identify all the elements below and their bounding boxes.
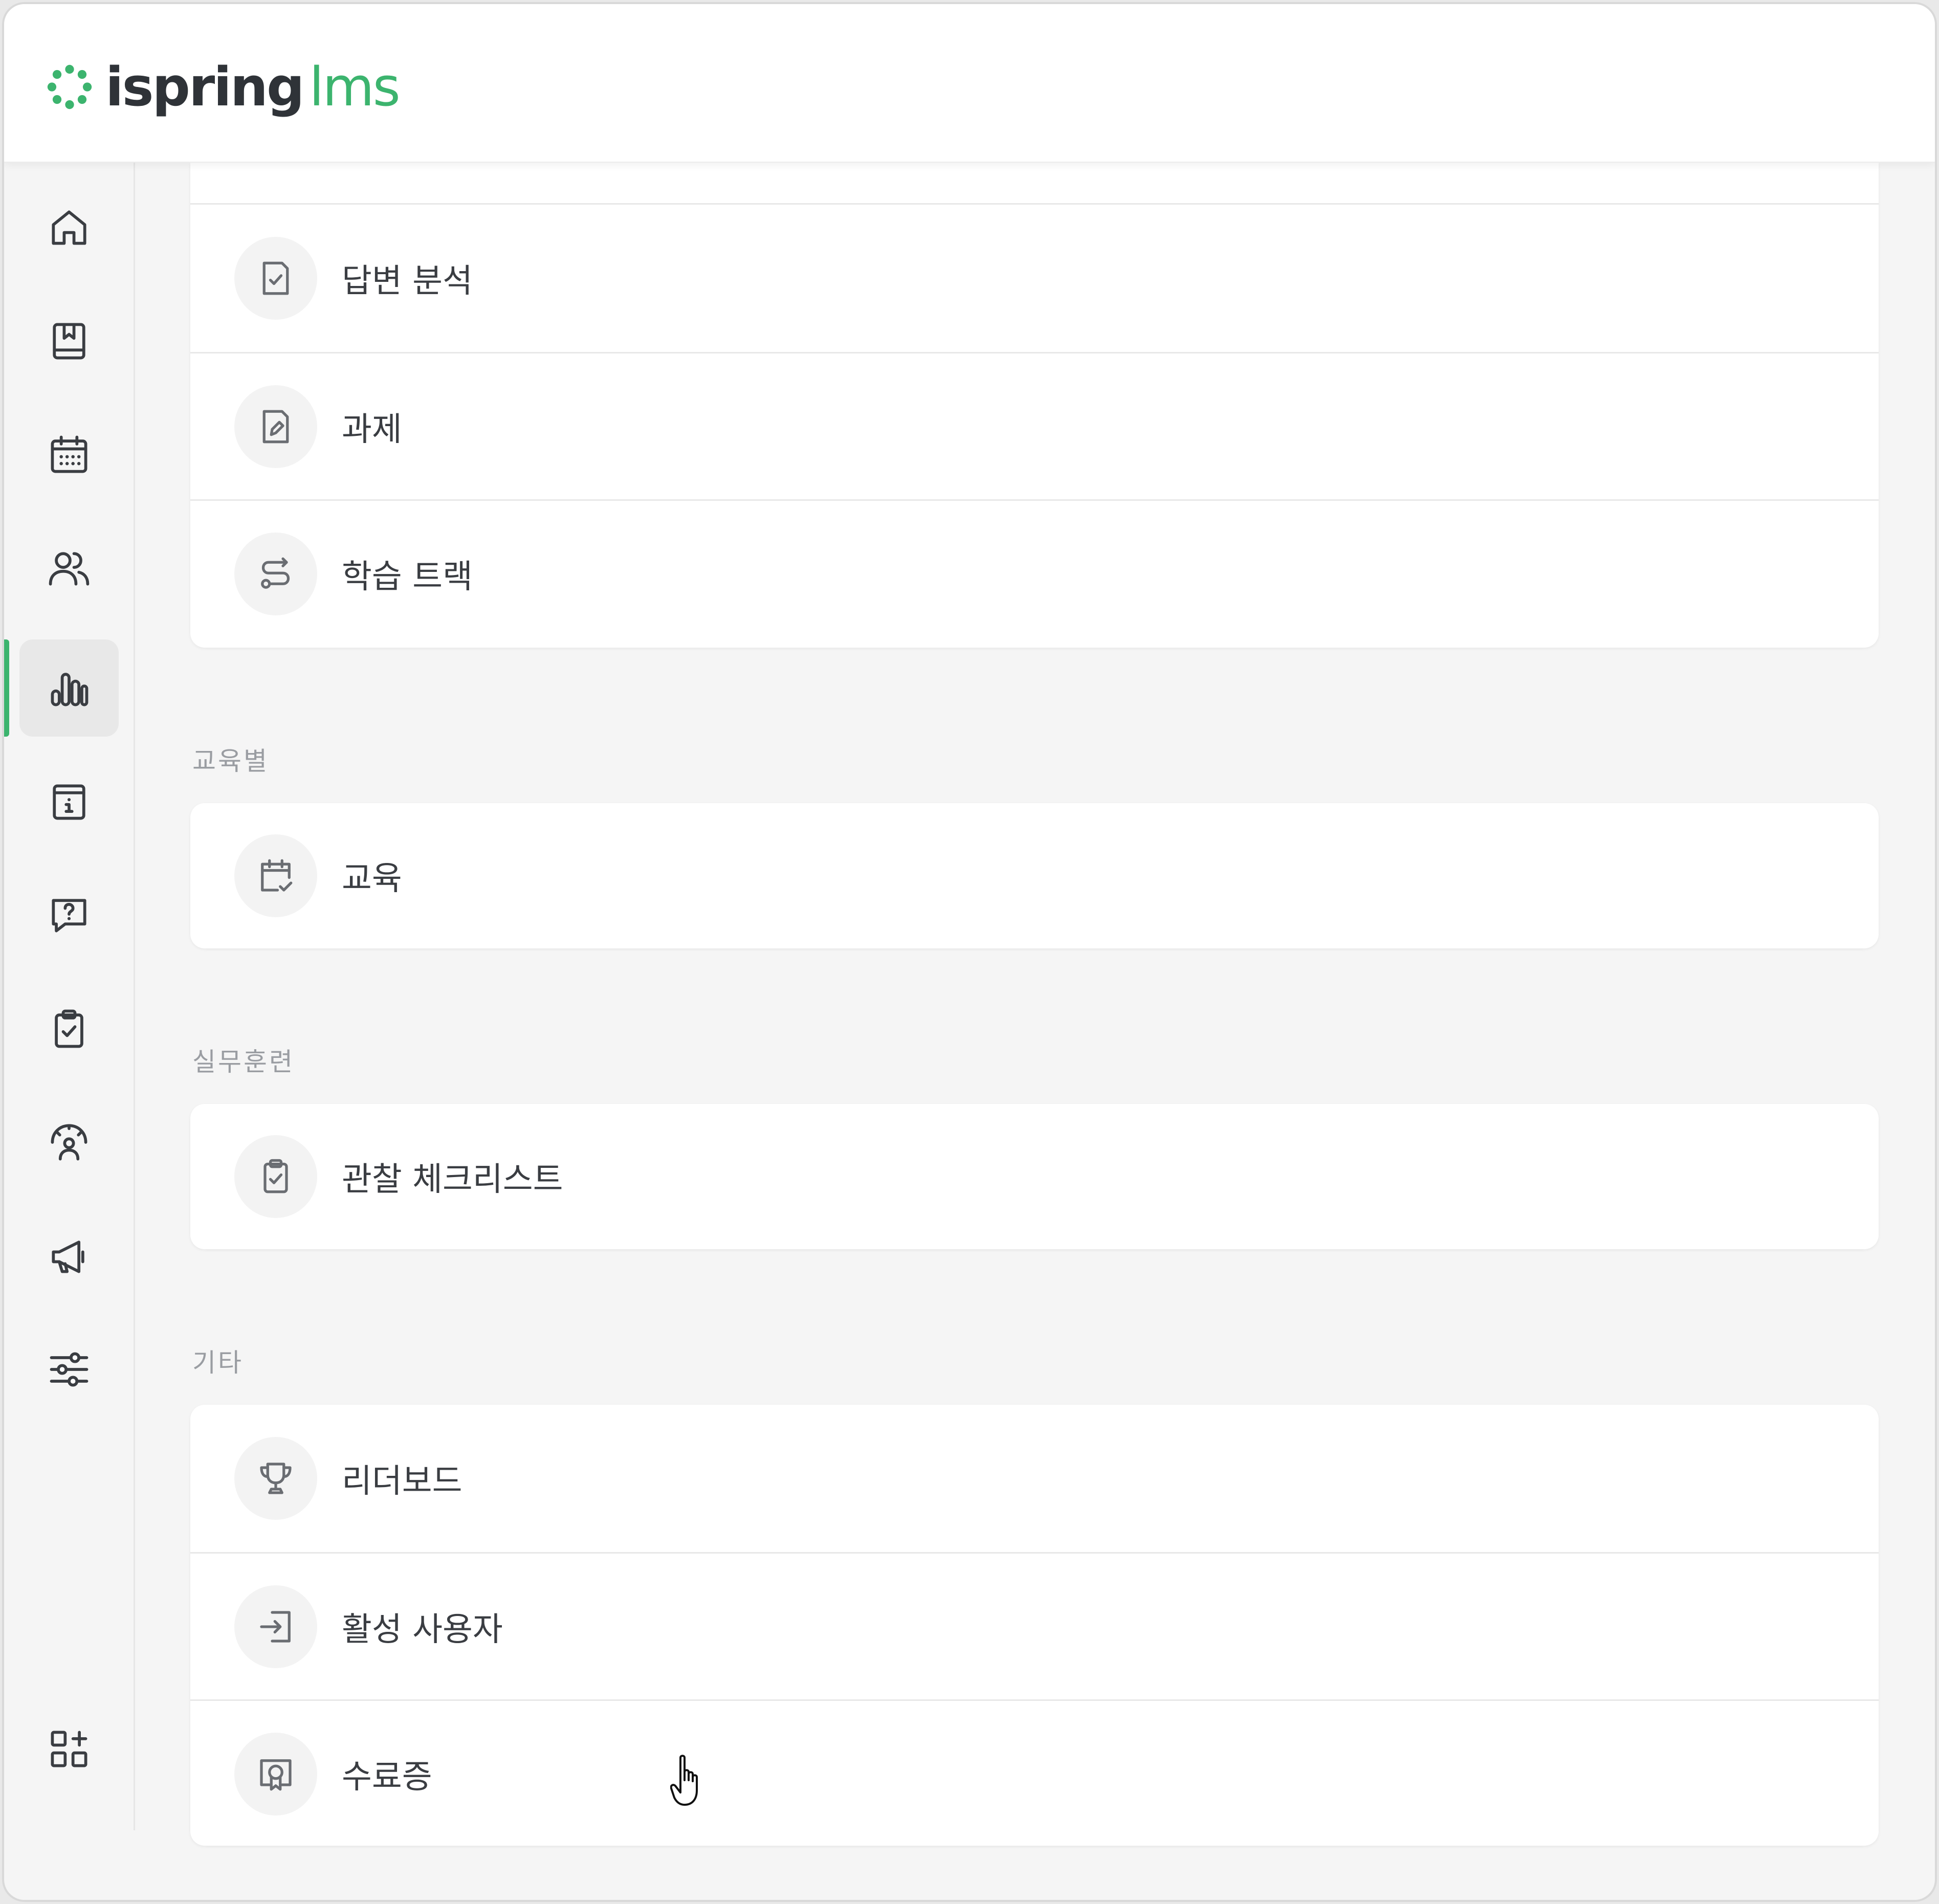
sidebar-item-apps[interactable]	[19, 1700, 119, 1798]
sidebar-item-info[interactable]	[19, 753, 119, 850]
reports-content: 답변 분석 과제 학습 트랙 교육별 교육 실무훈련 관찰 체크리스트 기타 리…	[190, 163, 1879, 1900]
brand-name-primary: ispring	[105, 56, 304, 118]
brand-name-secondary: lms	[309, 56, 400, 118]
sidebar-item-tasks[interactable]	[19, 980, 119, 1077]
gauge-user-icon	[51, 1124, 87, 1161]
users-icon	[49, 552, 90, 586]
brand-wordmark: ispring lms	[105, 60, 401, 114]
app-window: ispring lms 답변 분석 과제 학습 트랙 교육별 교육 실무훈련 관…	[2, 2, 1937, 1902]
row-icon-wrap	[234, 385, 317, 468]
report-item-trainings[interactable]: 교육	[190, 803, 1879, 948]
calendar-check-icon	[261, 859, 293, 892]
login-icon	[260, 1610, 291, 1643]
row-icon-wrap	[234, 1732, 317, 1816]
trophy-icon	[260, 1463, 292, 1494]
clipboard-check-icon	[263, 1159, 288, 1193]
report-item-leaderboard[interactable]: 리더보드	[190, 1405, 1879, 1552]
sidebar-item-help[interactable]	[19, 867, 119, 964]
row-icon-wrap	[234, 834, 317, 917]
certificate-icon	[260, 1759, 292, 1790]
clipboard-check-icon	[55, 1009, 83, 1048]
report-item-certificates[interactable]: 수료증	[190, 1699, 1879, 1846]
active-nav-indicator	[4, 639, 9, 737]
sidebar-item-reports[interactable]	[19, 639, 119, 737]
row-icon-wrap	[234, 237, 317, 320]
report-item-learning-tracks[interactable]: 학습 트랙	[190, 499, 1879, 647]
report-item-label: 학습 트랙	[342, 558, 473, 596]
report-item-label: 답변 분석	[342, 262, 473, 300]
scrolled-row-remnant	[190, 163, 1879, 205]
report-item-label: 관찰 체크리스트	[342, 1161, 563, 1199]
logo-mark-icon	[47, 64, 92, 109]
report-item-label: 교육	[342, 860, 402, 898]
megaphone-icon	[52, 1241, 84, 1273]
section-title-by-training: 교육별	[192, 746, 269, 776]
sidebar-item-settings[interactable]	[19, 1321, 119, 1418]
question-chat-icon	[52, 899, 86, 933]
sliders-icon	[50, 1352, 89, 1387]
sidebar-item-calendar[interactable]	[19, 406, 119, 503]
report-item-answer-analysis[interactable]: 답변 분석	[190, 205, 1879, 352]
report-item-observation-checklist[interactable]: 관찰 체크리스트	[190, 1104, 1879, 1249]
section-title-practical: 실무훈련	[192, 1047, 295, 1077]
report-item-label: 리더보드	[342, 1463, 462, 1500]
sidebar-item-announcements[interactable]	[19, 1207, 119, 1304]
report-item-label: 활성 사용자	[342, 1610, 503, 1649]
reports-card-other: 리더보드 활성 사용자 수료증	[190, 1405, 1879, 1846]
report-item-label: 수료증	[342, 1758, 432, 1796]
reports-card-by-training: 교육	[190, 803, 1879, 948]
route-icon	[261, 557, 290, 589]
top-header: ispring lms	[4, 4, 1935, 163]
sidebar-item-home[interactable]	[19, 179, 119, 276]
brand-logo[interactable]: ispring lms	[45, 60, 401, 114]
sidebar-item-performance[interactable]	[19, 1094, 119, 1191]
report-item-label: 과제	[342, 410, 402, 449]
report-item-active-users[interactable]: 활성 사용자	[190, 1552, 1879, 1699]
info-page-icon	[53, 784, 85, 820]
sidebar-nav	[4, 163, 135, 1830]
apps-add-icon	[51, 1731, 87, 1767]
hand-pointer-icon	[670, 1755, 698, 1806]
reports-card-practical: 관찰 체크리스트	[190, 1104, 1879, 1249]
book-icon	[53, 323, 85, 360]
bar-chart-icon	[51, 673, 89, 706]
document-check-icon	[262, 261, 289, 295]
row-icon-wrap	[234, 532, 317, 615]
reports-card-learning: 답변 분석 과제 학습 트랙	[190, 163, 1879, 648]
row-icon-wrap	[234, 1437, 317, 1520]
home-icon	[52, 210, 86, 245]
report-item-assignments[interactable]: 과제	[190, 352, 1879, 499]
section-title-other: 기타	[192, 1348, 244, 1378]
row-icon-wrap	[234, 1585, 317, 1668]
sidebar-item-users[interactable]	[19, 520, 119, 617]
document-edit-icon	[262, 410, 289, 443]
calendar-icon	[51, 435, 87, 473]
row-icon-wrap	[234, 1135, 317, 1218]
sidebar-item-courses[interactable]	[19, 293, 119, 390]
